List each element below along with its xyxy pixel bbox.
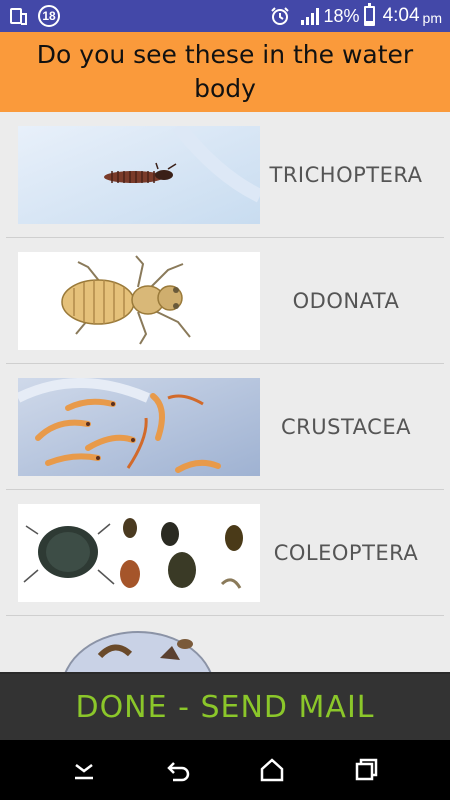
app-header: Do you see these in the water body bbox=[0, 32, 450, 112]
shrimp-image bbox=[18, 378, 260, 476]
keyboard-down-icon[interactable] bbox=[68, 754, 100, 786]
list-item-label bbox=[262, 616, 430, 672]
water-beetles-image bbox=[18, 504, 260, 602]
system-nav-bar bbox=[0, 740, 450, 800]
caddisfly-larva-image bbox=[18, 126, 260, 224]
bowl-specimen-image bbox=[60, 630, 216, 672]
species-list[interactable]: TRICHOPTERA ODONATA CRUSTACEA COLEOPTERA bbox=[0, 112, 450, 672]
back-icon[interactable] bbox=[162, 754, 194, 786]
page-title: Do you see these in the water body bbox=[36, 40, 414, 103]
list-item-label: ODONATA bbox=[292, 289, 400, 313]
list-item-crustacea[interactable]: CRUSTACEA bbox=[0, 364, 450, 490]
signal-icon bbox=[300, 8, 319, 25]
recents-icon[interactable] bbox=[350, 754, 382, 786]
clock-time: 4:04 bbox=[382, 5, 420, 26]
list-item-partial[interactable] bbox=[0, 616, 450, 672]
home-icon[interactable] bbox=[256, 754, 288, 786]
dragonfly-nymph-image bbox=[18, 252, 260, 350]
list-item-label: CRUSTACEA bbox=[281, 415, 411, 439]
battery-icon bbox=[363, 3, 375, 26]
battery-percent: 18% bbox=[323, 5, 360, 26]
status-bar: 18 18% 4:04 pm bbox=[0, 0, 450, 32]
list-item-odonata[interactable]: ODONATA bbox=[0, 238, 450, 364]
list-item-coleoptera[interactable]: COLEOPTERA bbox=[0, 490, 450, 616]
notification-badge: 18 bbox=[38, 5, 60, 27]
list-item-trichoptera[interactable]: TRICHOPTERA bbox=[0, 112, 450, 238]
phone-icon bbox=[10, 8, 27, 25]
done-send-mail-label: DONE - SEND MAIL bbox=[75, 689, 375, 725]
done-send-mail-button[interactable]: DONE - SEND MAIL bbox=[0, 672, 450, 740]
list-item-label: TRICHOPTERA bbox=[269, 163, 423, 187]
list-item-label: COLEOPTERA bbox=[273, 541, 419, 565]
clock-ampm: pm bbox=[422, 10, 442, 26]
alarm-icon bbox=[270, 7, 289, 25]
